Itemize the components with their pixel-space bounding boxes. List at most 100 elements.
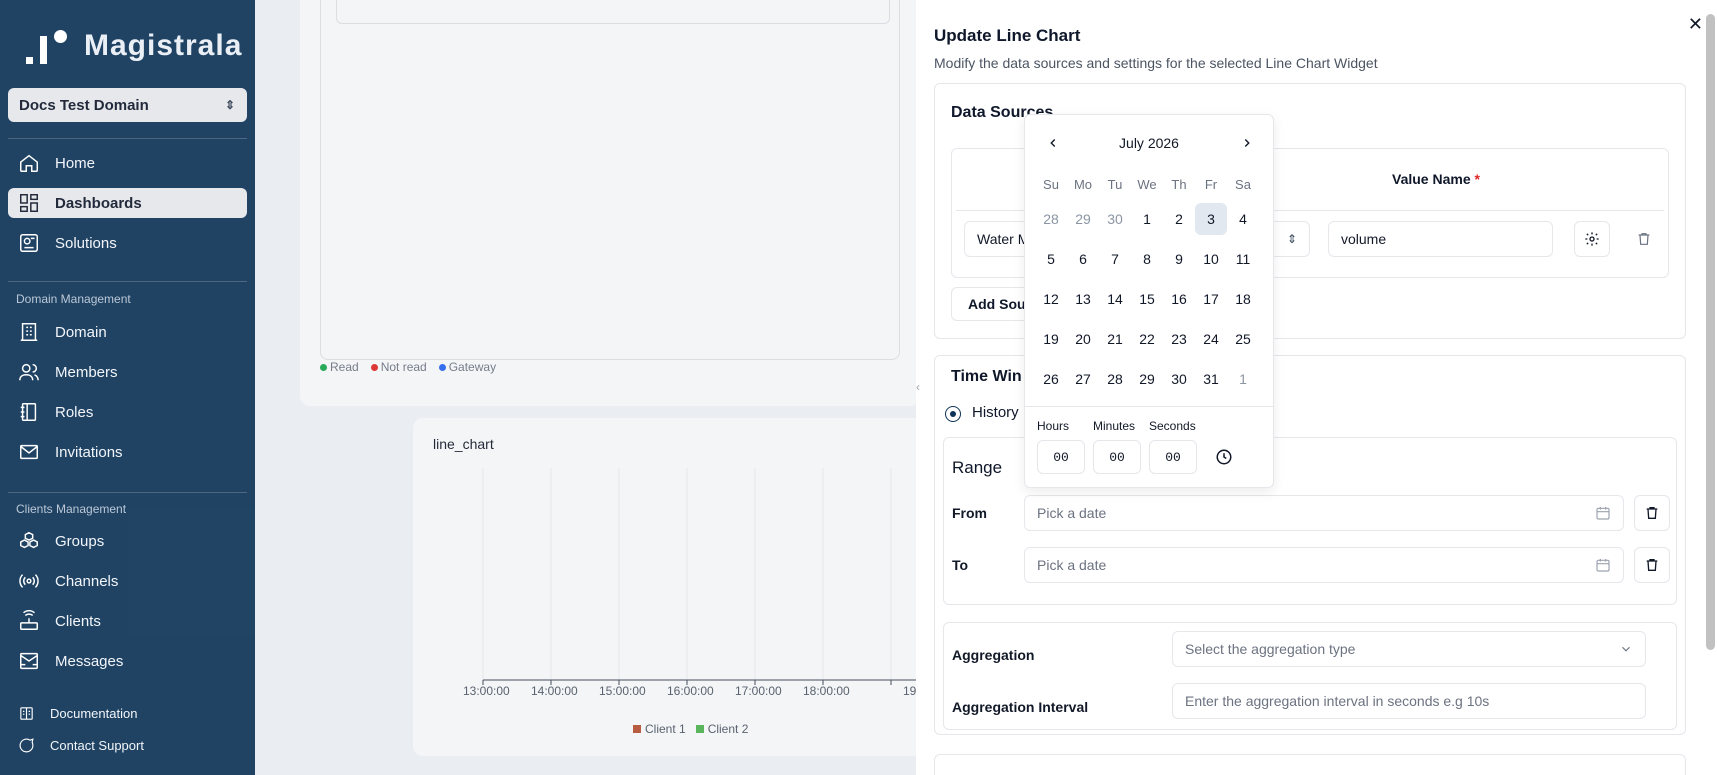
calendar-day[interactable]: 7 bbox=[1099, 243, 1131, 275]
x-tick: 16:00:00 bbox=[667, 684, 714, 698]
sidebar-item-label: Channels bbox=[55, 572, 119, 590]
calendar-day[interactable]: 31 bbox=[1195, 363, 1227, 395]
sidebar-item-solutions[interactable]: Solutions bbox=[8, 228, 247, 258]
calendar-day[interactable]: 17 bbox=[1195, 283, 1227, 315]
calendar-day-outside[interactable]: 29 bbox=[1067, 203, 1099, 235]
sidebar-item-home[interactable]: Home bbox=[8, 148, 247, 178]
sidebar-item-members[interactable]: Members bbox=[8, 357, 247, 387]
calendar-day[interactable]: 14 bbox=[1099, 283, 1131, 315]
chart-legend: Client 1 Client 2 bbox=[633, 722, 748, 736]
sidebar-item-label: Documentation bbox=[50, 705, 138, 721]
calendar-day-outside[interactable]: 28 bbox=[1035, 203, 1067, 235]
calendar-day[interactable]: 12 bbox=[1035, 283, 1067, 315]
sidebar-item-messages[interactable]: Messages bbox=[8, 646, 247, 676]
trash-icon bbox=[1638, 233, 1650, 245]
weekday-label: Sa bbox=[1235, 177, 1251, 192]
sidebar-item-label: Domain bbox=[55, 323, 107, 341]
weekday-label: Th bbox=[1171, 177, 1187, 192]
source-settings-button[interactable] bbox=[1574, 221, 1610, 257]
chevrons-up-down-icon: ⇕ bbox=[224, 98, 235, 112]
from-label: From bbox=[952, 505, 987, 521]
calendar-icon bbox=[1596, 559, 1610, 572]
delete-source-button[interactable] bbox=[1626, 221, 1662, 257]
line-chart-widget[interactable]: line_chart 13:00:00 14:00:00 15:00:00 16… bbox=[413, 418, 923, 756]
sidebar-item-channels[interactable]: Channels bbox=[8, 566, 247, 596]
next-section bbox=[934, 754, 1686, 775]
history-radio[interactable] bbox=[945, 406, 961, 422]
aggregation-interval-input[interactable]: Enter the aggregation interval in second… bbox=[1172, 683, 1646, 719]
sidebar-item-invitations[interactable]: Invitations bbox=[8, 437, 247, 467]
widget-card-top: Read Not read Gateway bbox=[300, 0, 920, 406]
calendar-day-today[interactable]: 3 bbox=[1195, 203, 1227, 235]
messages-icon bbox=[20, 652, 38, 670]
calendar-day[interactable]: 1 bbox=[1131, 203, 1163, 235]
sidebar-item-label: Roles bbox=[55, 403, 94, 421]
calendar-day[interactable]: 21 bbox=[1099, 323, 1131, 355]
legend-item-client-2: Client 2 bbox=[695, 722, 748, 736]
calendar-day[interactable]: 6 bbox=[1067, 243, 1099, 275]
sidebar-item-groups[interactable]: Groups bbox=[8, 526, 247, 556]
close-icon[interactable]: ✕ bbox=[1688, 14, 1703, 35]
calendar-day-outside[interactable]: 30 bbox=[1099, 203, 1131, 235]
calendar-day[interactable]: 27 bbox=[1067, 363, 1099, 395]
picker-divider bbox=[1025, 406, 1273, 407]
calendar-day[interactable]: 10 bbox=[1195, 243, 1227, 275]
calendar-day[interactable]: 13 bbox=[1067, 283, 1099, 315]
calendar-day[interactable]: 26 bbox=[1035, 363, 1067, 395]
aggregation-select[interactable]: Select the aggregation type bbox=[1172, 631, 1646, 667]
calendar-day[interactable]: 16 bbox=[1163, 283, 1195, 315]
calendar-day[interactable]: 25 bbox=[1227, 323, 1259, 355]
x-tick: 15:00:00 bbox=[599, 684, 646, 698]
to-date-input[interactable]: Pick a date bbox=[1024, 547, 1624, 583]
from-date-input[interactable]: Pick a date bbox=[1024, 495, 1624, 531]
calendar-day[interactable]: 19 bbox=[1035, 323, 1067, 355]
sidebar-item-dashboards[interactable]: Dashboards bbox=[8, 188, 247, 218]
home-icon bbox=[20, 154, 38, 172]
calendar-day[interactable]: 2 bbox=[1163, 203, 1195, 235]
chevron-left-icon[interactable]: ‹ bbox=[916, 380, 920, 394]
calendar-day[interactable]: 22 bbox=[1131, 323, 1163, 355]
minutes-input[interactable]: 00 bbox=[1093, 440, 1141, 474]
book-open-icon bbox=[20, 706, 33, 720]
column-header-value-name: Value Name * bbox=[1392, 171, 1480, 187]
hours-input[interactable]: 00 bbox=[1037, 440, 1085, 474]
minutes-label: Minutes bbox=[1093, 419, 1136, 433]
sidebar-item-clients[interactable]: Clients bbox=[8, 606, 247, 636]
calendar-day[interactable]: 4 bbox=[1227, 203, 1259, 235]
calendar-day[interactable]: 8 bbox=[1131, 243, 1163, 275]
calendar-day[interactable]: 11 bbox=[1227, 243, 1259, 275]
domain-select[interactable]: Docs Test Domain ⇕ bbox=[8, 88, 247, 122]
sidebar-item-contact-support[interactable]: Contact Support bbox=[8, 732, 247, 758]
value-name-input[interactable]: volume bbox=[1328, 221, 1553, 257]
calendar-day-outside[interactable]: 1 bbox=[1227, 363, 1259, 395]
logo[interactable]: Magistrala bbox=[26, 28, 242, 64]
widget-card-top-body bbox=[320, 0, 900, 360]
clock-icon bbox=[1216, 449, 1232, 465]
chart-grid bbox=[482, 468, 923, 685]
next-month-button[interactable] bbox=[1235, 131, 1259, 155]
calendar-day[interactable]: 29 bbox=[1131, 363, 1163, 395]
required-mark: * bbox=[1474, 171, 1480, 187]
calendar-day[interactable]: 9 bbox=[1163, 243, 1195, 275]
sidebar-item-label: Messages bbox=[55, 652, 124, 670]
calendar-day[interactable]: 18 bbox=[1227, 283, 1259, 315]
clear-to-date-button[interactable] bbox=[1634, 547, 1670, 583]
calendar-day[interactable]: 24 bbox=[1195, 323, 1227, 355]
section-label-domain-management: Domain Management bbox=[16, 292, 131, 306]
sidebar-item-roles[interactable]: Roles bbox=[8, 397, 247, 427]
widget-card-top-header bbox=[336, 0, 890, 24]
calendar-day[interactable]: 5 bbox=[1035, 243, 1067, 275]
weekday-label: Su bbox=[1043, 177, 1059, 192]
calendar-day[interactable]: 23 bbox=[1163, 323, 1195, 355]
sidebar-item-label: Home bbox=[55, 154, 96, 172]
calendar-day[interactable]: 28 bbox=[1099, 363, 1131, 395]
seconds-input[interactable]: 00 bbox=[1149, 440, 1197, 474]
sidebar-item-documentation[interactable]: Documentation bbox=[8, 700, 247, 726]
calendar-day[interactable]: 30 bbox=[1163, 363, 1195, 395]
calendar-day[interactable]: 20 bbox=[1067, 323, 1099, 355]
scrollbar[interactable] bbox=[1706, 14, 1715, 650]
clear-from-date-button[interactable] bbox=[1634, 495, 1670, 531]
calendar-day[interactable]: 15 bbox=[1131, 283, 1163, 315]
legend-swatch-client-1 bbox=[633, 725, 641, 733]
sidebar-item-domain[interactable]: Domain bbox=[8, 317, 247, 347]
